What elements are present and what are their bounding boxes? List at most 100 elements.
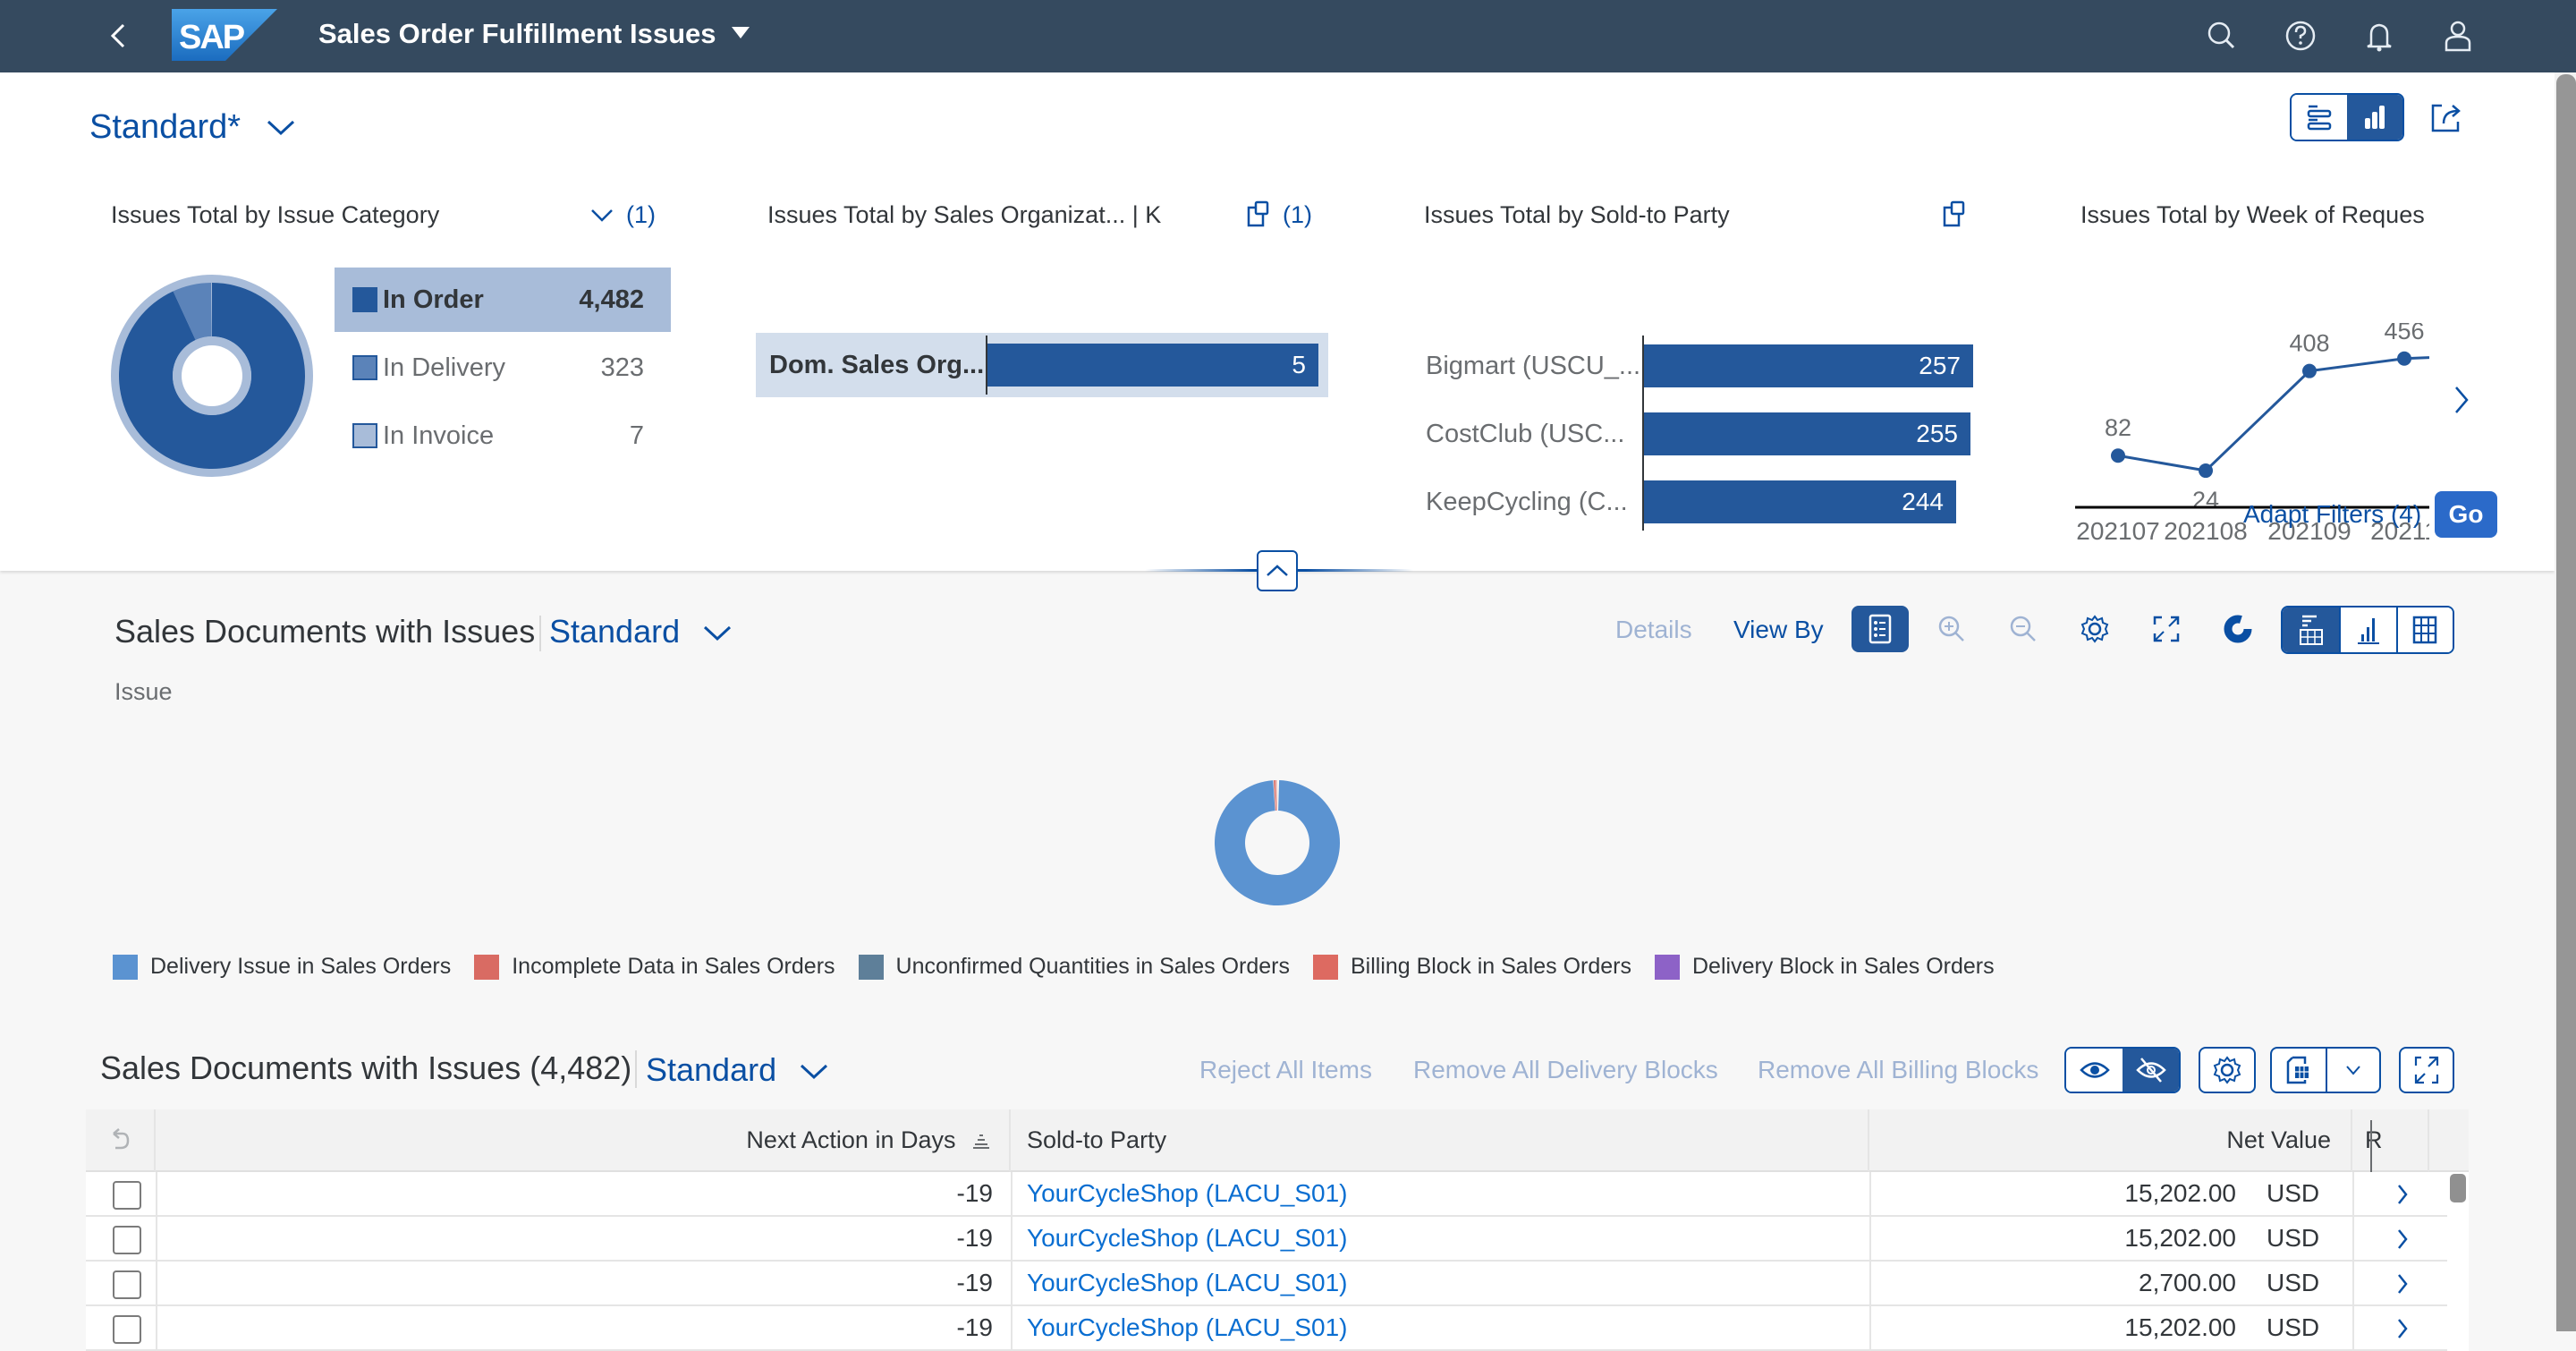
back-button[interactable] — [106, 20, 132, 52]
column-header-net-value[interactable]: Net Value — [1869, 1109, 2352, 1172]
legend-item[interactable]: In Delivery 323 — [349, 350, 658, 386]
compact-filters-button[interactable] — [2292, 95, 2347, 140]
legend-toggle-button[interactable] — [1852, 606, 1909, 652]
table-row[interactable]: -19 YourCycleShop (LACU_S01) 15,202.00 USD — [86, 1306, 2447, 1351]
navigation-chevron-icon[interactable] — [2395, 1183, 2410, 1206]
line-point[interactable] — [2199, 463, 2213, 479]
column-header-next-action[interactable]: Next Action in Days — [156, 1109, 1011, 1172]
details-button[interactable]: Details — [1615, 616, 1692, 644]
cell-sold-to-party-link[interactable]: YourCycleShop (LACU_S01) — [1027, 1172, 1348, 1215]
undo-selection-icon — [113, 1128, 130, 1150]
bar-label[interactable]: KeepCycling (C... — [1426, 486, 1628, 518]
legend-item[interactable]: Billing Block in Sales Orders — [1312, 954, 1631, 980]
column-header-r[interactable]: R — [2352, 1109, 2429, 1172]
chevron-right-icon[interactable] — [2451, 382, 2472, 418]
row-checkbox[interactable] — [113, 1270, 141, 1299]
sap-logo[interactable]: SAP — [172, 9, 277, 61]
row-checkbox[interactable] — [113, 1181, 141, 1210]
table-variant-management[interactable]: Standard — [646, 1050, 830, 1090]
variant-management[interactable]: Standard* — [89, 106, 299, 148]
bar[interactable]: 257 — [1644, 344, 1973, 387]
user-profile-button[interactable] — [2438, 16, 2478, 55]
legend-item[interactable]: Unconfirmed Quantities in Sales Orders — [858, 954, 1290, 980]
bar[interactable]: 244 — [1644, 480, 1956, 523]
selection-count[interactable]: (1) — [626, 200, 656, 230]
zoom-in-icon — [1938, 616, 1964, 642]
select-all-header[interactable] — [86, 1109, 156, 1172]
line-point[interactable] — [2397, 351, 2411, 366]
zoom-in-button[interactable] — [1925, 606, 1979, 652]
reject-all-items-button[interactable]: Reject All Items — [1199, 1056, 1372, 1084]
cell-sold-to-party-link[interactable]: YourCycleShop (LACU_S01) — [1027, 1217, 1348, 1260]
value-help-icon[interactable] — [1245, 200, 1272, 228]
legend-item[interactable]: In Invoice 7 — [349, 418, 658, 454]
view-by-button[interactable]: View By — [1733, 616, 1824, 644]
cell-sold-to-party-link[interactable]: YourCycleShop (LACU_S01) — [1027, 1262, 1348, 1304]
gear-icon — [2213, 1056, 2241, 1084]
export-options-dropdown[interactable] — [2327, 1049, 2379, 1092]
table-scrollbar-thumb[interactable] — [2450, 1174, 2466, 1202]
app-title[interactable]: Sales Order Fulfillment Issues — [318, 16, 716, 52]
hide-details-button[interactable] — [2123, 1049, 2179, 1092]
table-settings-button[interactable] — [2199, 1047, 2256, 1093]
go-button[interactable]: Go — [2435, 491, 2497, 538]
search-button[interactable] — [2202, 16, 2241, 55]
legend-item[interactable]: Delivery Block in Sales Orders — [1655, 954, 1995, 980]
remove-all-delivery-blocks-button[interactable]: Remove All Delivery Blocks — [1413, 1056, 1718, 1084]
app-title-dropdown-icon[interactable] — [732, 27, 750, 38]
legend-item[interactable]: In Order 4,482 — [349, 282, 658, 318]
issue-category-donut-chart[interactable] — [109, 273, 315, 479]
share-button[interactable] — [2426, 97, 2467, 138]
visual-filters-button[interactable] — [2347, 95, 2402, 140]
export-to-spreadsheet-button[interactable] — [2272, 1049, 2327, 1092]
chart-variant-management[interactable]: Standard — [549, 612, 733, 651]
legend-item[interactable]: Incomplete Data in Sales Orders — [474, 954, 835, 980]
legend-item[interactable]: Delivery Issue in Sales Orders — [113, 954, 451, 980]
navigation-chevron-icon[interactable] — [2395, 1228, 2410, 1251]
cell-net-value: 15,202.00 — [2124, 1179, 2236, 1207]
page-scrollbar-thumb[interactable] — [2556, 74, 2576, 1331]
bar-label[interactable]: CostClub (USC... — [1426, 418, 1624, 450]
line-point[interactable] — [2302, 363, 2317, 378]
remove-all-billing-blocks-button[interactable]: Remove All Billing Blocks — [1758, 1056, 2038, 1084]
value-help-icon[interactable] — [1941, 200, 1968, 228]
adapt-filters-link[interactable]: Adapt Filters (4) — [2243, 498, 2421, 531]
table-row[interactable]: -19 YourCycleShop (LACU_S01) 15,202.00 USD — [86, 1217, 2447, 1262]
selection-count[interactable]: (1) — [1283, 200, 1312, 230]
line-point[interactable] — [2111, 448, 2125, 463]
chevron-down-icon[interactable] — [589, 205, 615, 226]
chart-and-table-view-button[interactable] — [2283, 608, 2340, 652]
help-button[interactable] — [2281, 16, 2320, 55]
cell-divider — [1011, 1306, 1013, 1349]
navigation-chevron-icon[interactable] — [2395, 1317, 2410, 1340]
bar[interactable]: 255 — [1644, 412, 1970, 455]
navigation-chevron-icon[interactable] — [2395, 1272, 2410, 1296]
row-checkbox[interactable] — [113, 1315, 141, 1344]
chart-type-button[interactable] — [2211, 606, 2265, 652]
column-header-sold-to-party[interactable]: Sold-to Party — [1011, 1109, 1869, 1172]
notifications-button[interactable] — [2360, 16, 2399, 55]
page-scrollbar[interactable] — [2555, 72, 2576, 1331]
bar[interactable]: 5 — [987, 344, 1318, 387]
chevron-down-icon — [2346, 1066, 2360, 1075]
table-scrollbar-track[interactable] — [2447, 1172, 2469, 1351]
table-fullscreen-button[interactable] — [2399, 1047, 2454, 1093]
collapse-header-button[interactable] — [1257, 550, 1298, 591]
chart-view-button[interactable] — [2339, 608, 2396, 652]
eye-icon — [2079, 1062, 2110, 1078]
bar-label[interactable]: Dom. Sales Org... — [769, 349, 984, 381]
issue-donut-chart[interactable] — [1213, 778, 1342, 907]
donut-slice-delivery-issue-in-sales-orders[interactable] — [1215, 780, 1340, 905]
legend-value: 4,482 — [579, 285, 644, 314]
row-checkbox[interactable] — [113, 1226, 141, 1254]
bar-label[interactable]: Bigmart (USCU_... — [1426, 350, 1640, 382]
show-details-button[interactable] — [2066, 1049, 2123, 1092]
fullscreen-button[interactable] — [2140, 606, 2193, 652]
chart-settings-button[interactable] — [2068, 606, 2122, 652]
cell-net-value: 2,700.00 — [2139, 1269, 2236, 1296]
cell-sold-to-party-link[interactable]: YourCycleShop (LACU_S01) — [1027, 1306, 1348, 1349]
table-view-button[interactable] — [2395, 608, 2453, 652]
table-row[interactable]: -19 YourCycleShop (LACU_S01) 15,202.00 USD — [86, 1172, 2447, 1217]
table-row[interactable]: -19 YourCycleShop (LACU_S01) 2,700.00 USD — [86, 1262, 2447, 1306]
zoom-out-button[interactable] — [1996, 606, 2050, 652]
